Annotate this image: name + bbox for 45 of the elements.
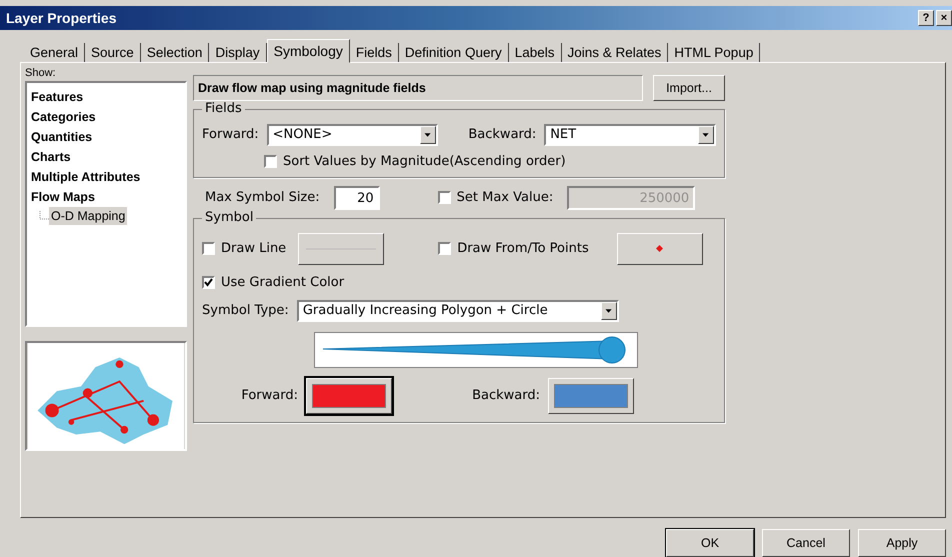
- group-title: Symbol: [202, 210, 256, 225]
- list-item[interactable]: Multiple Attributes: [29, 166, 142, 187]
- sort-checkbox[interactable]: Sort Values by Magnitude(Ascending order): [264, 154, 566, 169]
- dialog-button[interactable]: Cancel: [762, 529, 850, 557]
- show-label: Show:: [25, 66, 57, 79]
- help-button[interactable]: ?: [918, 10, 934, 26]
- field-label: Forward:: [202, 127, 259, 142]
- list-item[interactable]: Quantities: [29, 126, 94, 147]
- tab[interactable]: Joins & Relates: [562, 42, 668, 62]
- color-swatch-button[interactable]: [306, 378, 392, 414]
- tab[interactable]: Symbology: [266, 38, 350, 63]
- checkbox[interactable]: [202, 242, 215, 256]
- tab[interactable]: Labels: [508, 42, 562, 62]
- window-title: Layer Properties: [6, 10, 116, 26]
- draw-line-checkbox[interactable]: Draw Line: [202, 241, 286, 256]
- checkbox[interactable]: [438, 242, 452, 256]
- symbol-type-dropdown[interactable]: Gradually Increasing Polygon + Circle: [296, 300, 619, 322]
- max-size-field[interactable]: 20: [334, 186, 380, 210]
- line-symbol-button[interactable]: [298, 232, 384, 265]
- field-label: Backward:: [468, 127, 536, 142]
- checkbox[interactable]: [202, 276, 215, 289]
- check-icon: [204, 278, 213, 287]
- list-item[interactable]: Features: [29, 86, 86, 107]
- list-item[interactable]: O-D Mapping: [49, 206, 128, 225]
- forward-dropdown[interactable]: <NONE>: [266, 124, 438, 146]
- list-item[interactable]: Flow Maps: [29, 186, 97, 207]
- list-item[interactable]: Charts: [29, 146, 73, 167]
- field-label: Forward:: [240, 388, 298, 404]
- tree-connector-icon: [39, 210, 49, 221]
- field-label: Backward:: [471, 388, 540, 404]
- diamond-icon: [656, 245, 664, 252]
- dialog-button[interactable]: OK: [666, 529, 754, 557]
- dialog-button[interactable]: Apply: [858, 529, 946, 557]
- import-button[interactable]: Import...: [653, 74, 725, 101]
- field-label: Max Symbol Size:: [205, 190, 320, 206]
- renderer-description: Draw flow map using magnitude fields: [193, 74, 643, 101]
- draw-points-checkbox[interactable]: Draw From/To Points: [438, 241, 589, 256]
- gradient-checkbox[interactable]: Use Gradient Color: [202, 274, 344, 290]
- checkbox[interactable]: [264, 154, 277, 168]
- color-swatch-button[interactable]: [548, 378, 634, 414]
- point-symbol-button[interactable]: [616, 232, 703, 265]
- backward-dropdown[interactable]: NET: [544, 124, 716, 146]
- field-label: Symbol Type:: [202, 303, 289, 318]
- close-button[interactable]: ×: [936, 10, 952, 26]
- list-item[interactable]: Categories: [29, 106, 98, 127]
